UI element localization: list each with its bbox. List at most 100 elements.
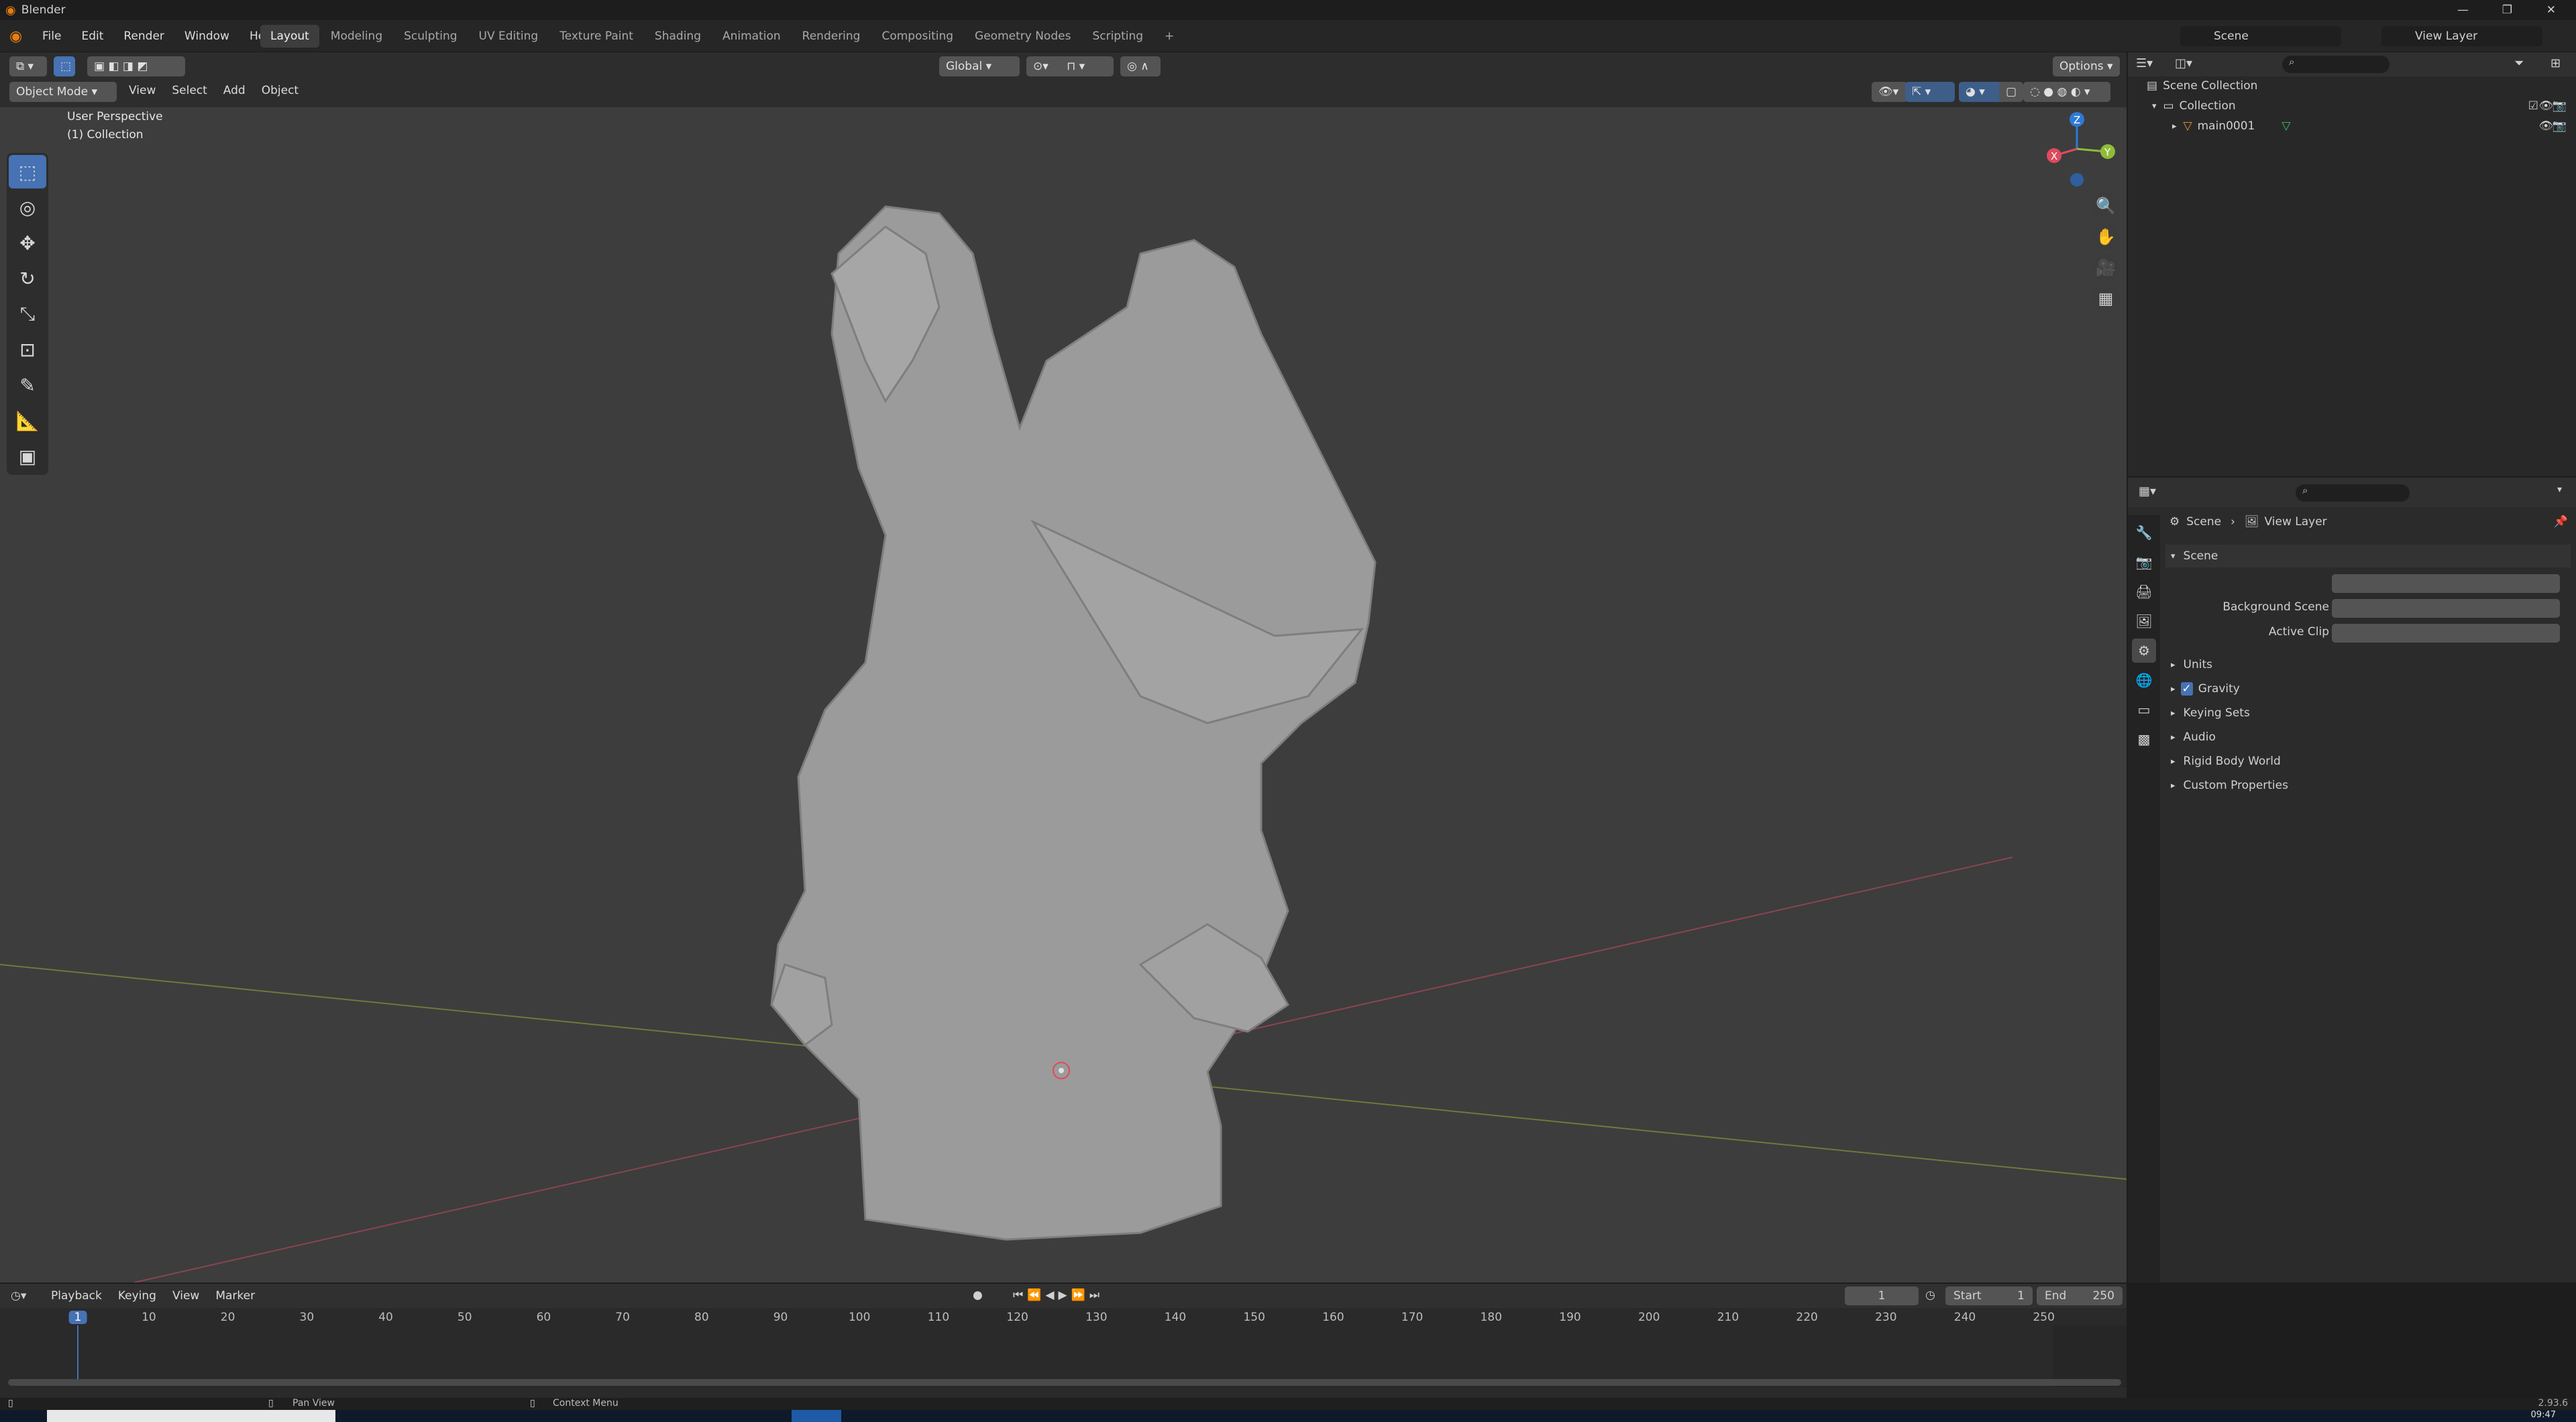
tab-shading[interactable]: Shading	[645, 25, 711, 48]
keying-sets-panel[interactable]: ▸ Keying Sets	[2165, 702, 2571, 724]
timeline-editor-icon[interactable]: ◷▾	[11, 1289, 26, 1303]
rigid-body-world-panel[interactable]: ▸ Rigid Body World	[2165, 750, 2571, 773]
tab-layout[interactable]: Layout	[260, 25, 319, 48]
view-layer-tab-icon[interactable]: 🖼	[2132, 609, 2156, 633]
options-button[interactable]: Options ▾	[2053, 56, 2120, 76]
view-layer-selector[interactable]: View Layer	[2381, 26, 2542, 46]
3d-viewport[interactable]: ⧉ ▾ ⬚ ▣ ◧ ◨ ◩ Global ▾ ⊙▾ ⊓ ▾ ◎ ∧ Option…	[0, 52, 2127, 1282]
snap-icon[interactable]: ⊓ ▾	[1060, 56, 1114, 76]
navigation-gizmo[interactable]: Z Y X	[2039, 109, 2120, 189]
clock-icon[interactable]: ◷	[1925, 1289, 1935, 1302]
transform-tool-icon[interactable]: ⊡	[9, 333, 46, 366]
new-collection-icon[interactable]: ⊞	[2551, 56, 2561, 70]
editor-type-button[interactable]: ⧉ ▾	[9, 56, 47, 76]
tab-modeling[interactable]: Modeling	[321, 25, 392, 48]
transform-orientation[interactable]: Global ▾	[939, 56, 1020, 76]
world-tab-icon[interactable]: 🌐	[2132, 668, 2156, 692]
scene-panel-header[interactable]: ▾ Scene	[2165, 545, 2571, 567]
tab-geometry-nodes[interactable]: Geometry Nodes	[965, 25, 1081, 48]
scene-tab-icon[interactable]: ⚙	[2132, 639, 2156, 663]
shading-mode-buttons[interactable]: ◌ ● ◍ ◐ ▾	[2023, 82, 2110, 102]
gizmo-toggle-icon[interactable]: ⇱ ▾	[1905, 82, 1955, 102]
select-box-tool-icon[interactable]: ⬚	[9, 155, 46, 188]
gravity-panel[interactable]: ▸ ✓ Gravity	[2165, 677, 2571, 700]
timeline-ruler[interactable]: 1 10 20 30 40 50 60 70 80 90 100 110 120 130 140 150 160…	[0, 1308, 2127, 1388]
restore-icon[interactable]: ❐	[2502, 3, 2512, 17]
camera-view-icon[interactable]: 🎥	[2092, 254, 2120, 282]
pan-hand-icon[interactable]: ✋	[2092, 223, 2120, 251]
render-tab-icon[interactable]: 📷	[2132, 550, 2156, 574]
expand-object-icon[interactable]: ▸	[2172, 121, 2177, 131]
playback-controls[interactable]: ⏮⏪◀▶⏩⏭	[1013, 1289, 1104, 1302]
cursor-tool-icon[interactable]: ◎	[9, 190, 46, 224]
units-panel[interactable]: ▸ Units	[2165, 653, 2571, 676]
minimize-icon[interactable]: —	[2457, 3, 2469, 17]
outliner-collection[interactable]: ▾ ▭ Collection ☑ 👁 📷	[2152, 99, 2568, 113]
menu-render[interactable]: Render	[113, 30, 174, 43]
start-frame-field[interactable]: Start 1	[1945, 1287, 2033, 1305]
current-frame-field[interactable]: 1	[1845, 1287, 1919, 1305]
properties-search-input[interactable]: ⌕	[2296, 484, 2410, 502]
taskbar-active-app[interactable]	[792, 1410, 841, 1422]
background-scene-field[interactable]	[2332, 599, 2560, 618]
collection-tab-icon[interactable]: ▭	[2132, 698, 2156, 722]
blender-menu-icon[interactable]: ◉	[9, 28, 22, 45]
timeline-menu-playback[interactable]: Playback	[43, 1289, 110, 1303]
camera-field[interactable]	[2332, 574, 2560, 593]
selection-mode-buttons[interactable]: ▣ ◧ ◨ ◩	[87, 56, 185, 76]
properties-editor-icon[interactable]: ▦▾	[2139, 484, 2156, 498]
proportional-edit-icon[interactable]: ◎ ∧	[1120, 56, 1161, 76]
render-camera-icon[interactable]: 📷	[2553, 99, 2567, 113]
move-tool-icon[interactable]: ✥	[9, 226, 46, 260]
visibility-icon[interactable]: 👁▾	[1872, 82, 1908, 102]
timeline-menu-marker[interactable]: Marker	[207, 1289, 263, 1303]
measure-tool-icon[interactable]: 📐	[9, 404, 46, 437]
object-visibility-eye-icon[interactable]: 👁	[2538, 119, 2553, 133]
tab-sculpting[interactable]: Sculpting	[394, 25, 467, 48]
viewport-menu-select[interactable]: Select	[164, 84, 215, 97]
tab-animation[interactable]: Animation	[712, 25, 791, 48]
tab-compositing[interactable]: Compositing	[871, 25, 963, 48]
tab-rendering[interactable]: Rendering	[792, 25, 871, 48]
record-icon[interactable]: ●	[973, 1289, 983, 1302]
xray-icon[interactable]: ▢	[1999, 82, 2023, 102]
rotate-tool-icon[interactable]: ↻	[9, 262, 46, 295]
scale-tool-icon[interactable]: ⤡	[9, 297, 46, 331]
exclude-checkbox[interactable]: ☑	[2528, 99, 2538, 113]
viewport-menu-object[interactable]: Object	[254, 84, 307, 97]
viewport-menu-view[interactable]: View	[121, 84, 164, 97]
tab-scripting[interactable]: Scripting	[1082, 25, 1153, 48]
menu-window[interactable]: Window	[174, 30, 239, 43]
playhead-line[interactable]	[77, 1325, 78, 1384]
taskbar-search[interactable]	[47, 1410, 335, 1422]
outliner-scene-collection[interactable]: ▤ Scene Collection	[2147, 79, 2257, 93]
timeline-menu-keying[interactable]: Keying	[110, 1289, 164, 1303]
add-workspace-icon[interactable]: +	[1155, 25, 1184, 48]
timeline-menu-view[interactable]: View	[164, 1289, 207, 1303]
outliner-object-row[interactable]: ▸ ▽ main0001 ▽ 👁 📷	[2172, 119, 2568, 133]
audio-panel[interactable]: ▸ Audio	[2165, 726, 2571, 749]
menu-file[interactable]: File	[32, 30, 71, 43]
object-render-camera-icon[interactable]: 📷	[2553, 119, 2567, 133]
custom-properties-panel[interactable]: ▸ Custom Properties	[2165, 774, 2571, 797]
close-icon[interactable]: ✕	[2546, 3, 2556, 17]
scene-selector[interactable]: Scene	[2180, 26, 2341, 46]
visibility-eye-icon[interactable]: 👁	[2538, 99, 2553, 113]
tab-texture-paint[interactable]: Texture Paint	[549, 25, 643, 48]
add-cube-tool-icon[interactable]: ▣	[9, 439, 46, 473]
outliner-editor-icon[interactable]: ☰▾	[2136, 56, 2153, 70]
gravity-checkbox[interactable]: ✓	[2180, 682, 2193, 696]
active-clip-field[interactable]	[2332, 624, 2560, 643]
expand-collection-icon[interactable]: ▾	[2152, 101, 2157, 111]
properties-options-icon[interactable]: ▾	[2557, 484, 2562, 495]
end-frame-field[interactable]: End 250	[2037, 1287, 2123, 1305]
pin-icon[interactable]: 📌	[2554, 515, 2568, 529]
annotate-tool-icon[interactable]: ✎	[9, 368, 46, 402]
filter-icon[interactable]: ⏷	[2514, 56, 2524, 70]
tool-tab-icon[interactable]: 🔧	[2132, 521, 2156, 545]
viewport-menu-add[interactable]: Add	[215, 84, 254, 97]
display-mode-icon[interactable]: ◫▾	[2175, 56, 2192, 70]
texture-tab-icon[interactable]: ▩	[2132, 727, 2156, 751]
menu-edit[interactable]: Edit	[71, 30, 113, 43]
output-tab-icon[interactable]: 🖨	[2132, 580, 2156, 604]
